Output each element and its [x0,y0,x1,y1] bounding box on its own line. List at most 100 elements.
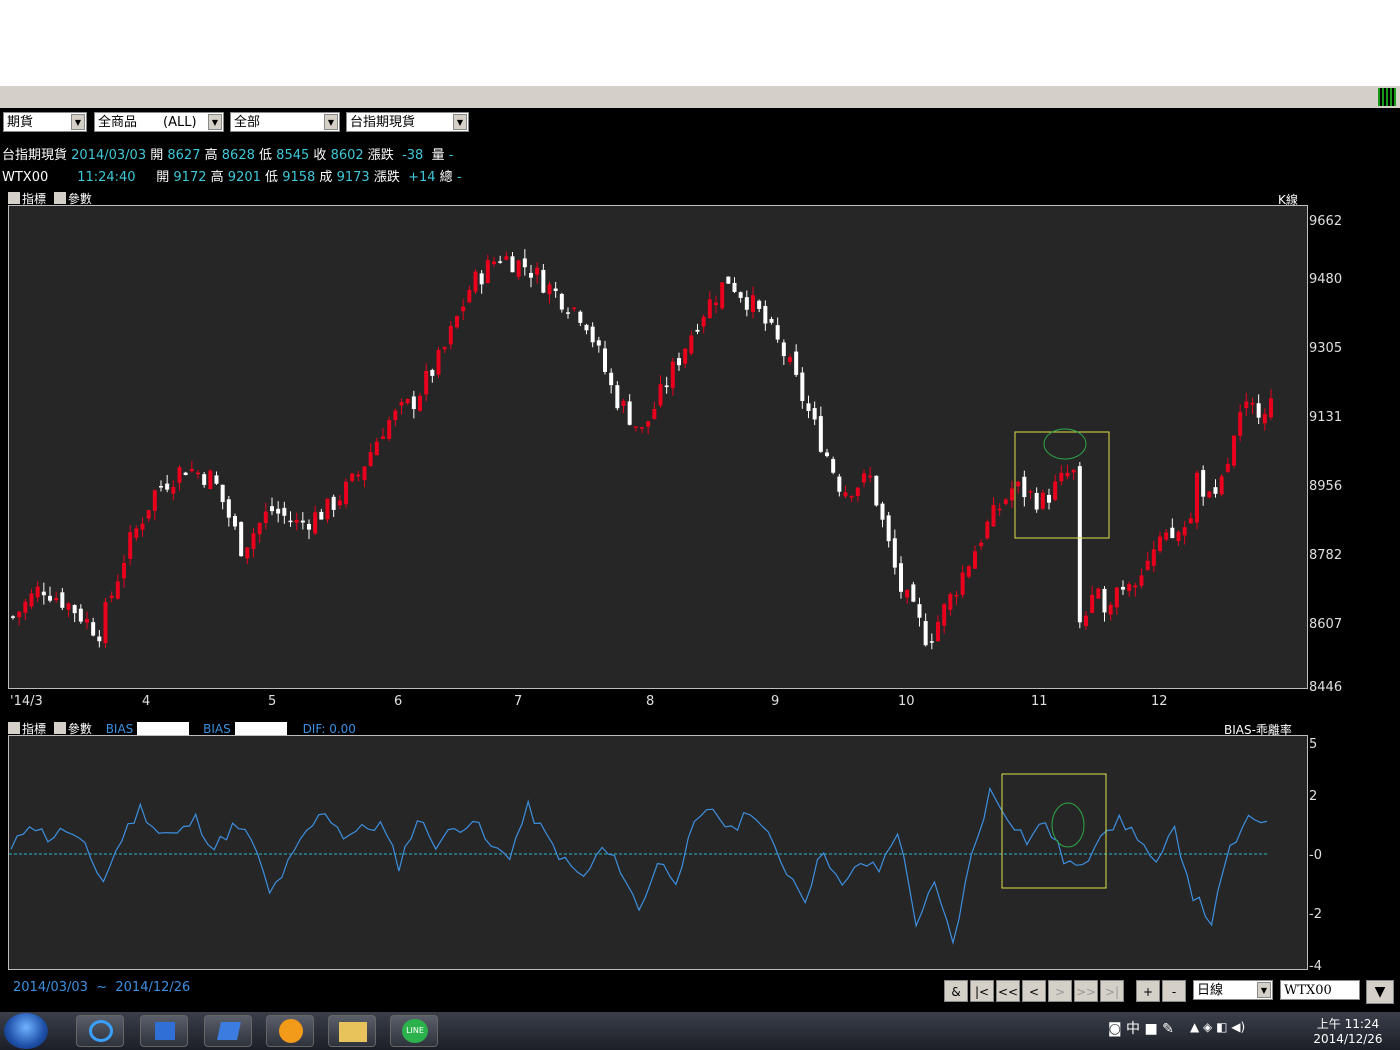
candle-body [825,452,829,457]
candle-body [800,372,805,402]
candle-body [855,487,860,496]
ime-mode: 中 [1126,1021,1141,1037]
candle-body [633,426,638,428]
candle-body [35,586,40,598]
candle-body [307,524,311,530]
chevron-down-icon[interactable]: ▼ [324,114,338,130]
candle-body [905,589,910,598]
candle-body [60,592,65,608]
kline-chart[interactable] [8,205,1308,689]
candle-body [646,421,651,427]
params-tab[interactable]: 參數 [68,192,92,206]
candle-body [1047,494,1051,503]
ime-indicator[interactable]: ◙ 中 ■ ✎ [1108,1018,1174,1038]
prev-button[interactable]: < [1022,980,1046,1002]
folder-icon[interactable] [328,1015,376,1047]
tray-icons[interactable]: ▲ ◈ ◧ ◀) [1190,1020,1245,1034]
candle-body [843,492,848,497]
clock[interactable]: 上午 11:24 2014/12/26 [1308,1015,1388,1046]
highlight-circle [1043,428,1087,460]
candle-body [960,572,965,595]
candle-body [615,385,620,409]
candle-body [658,384,663,406]
candle-body [1077,466,1082,623]
app-icon[interactable] [204,1015,252,1047]
grid-icon[interactable] [1378,88,1396,106]
next-button[interactable]: > [1048,980,1072,1002]
candle-body [66,603,71,610]
clock-date: 2014/12/26 [1313,1032,1383,1046]
collapse-icon[interactable] [8,722,20,734]
candle-body [689,335,694,354]
candle-body [11,616,15,618]
candle-body [695,329,700,332]
candle-body [1127,584,1132,592]
zoom-in-button[interactable]: + [1136,980,1160,1002]
candle-body [1262,413,1267,424]
page-forward-button[interactable]: >> [1074,980,1098,1002]
candle-body [714,302,718,306]
bias-chart[interactable] [8,735,1308,970]
product-select[interactable]: 全商品 (ALL) ▼ [94,112,224,132]
candle-body [578,311,583,323]
candle-body [72,604,77,614]
candle-body [411,396,416,410]
ie-icon[interactable] [76,1015,124,1047]
and-button[interactable]: & [944,980,968,1002]
candle-body [146,510,151,519]
market-select[interactable]: 期貨 ▼ [3,112,87,132]
start-orb-icon[interactable] [4,1013,48,1049]
line-app-icon[interactable]: LINE [390,1015,438,1047]
symbol-input[interactable]: WTX00 [1280,980,1360,1000]
period-select[interactable]: 日線 ▼ [1193,980,1273,1000]
title-strip [0,86,1400,108]
dropdown-arrow-icon[interactable]: ▼ [1366,980,1394,1004]
symbol-select[interactable]: 台指期現貨 ▼ [346,112,469,132]
candle-body [1065,472,1070,477]
candle-body [596,340,601,346]
candle-body [1121,586,1125,590]
category-select[interactable]: 全部 ▼ [230,112,340,132]
x-tick-label: '14/3 [10,694,43,709]
market-select-value: 期貨 [7,115,34,130]
candle-body [461,306,466,312]
candle-body [1151,549,1156,566]
open-value: 8627 [167,148,201,163]
expand-icon[interactable] [53,192,66,204]
candle-body [356,474,361,477]
page-back-button[interactable]: << [996,980,1020,1002]
candle-body [899,563,903,592]
chevron-down-icon[interactable]: ▼ [1257,982,1271,998]
candle-body [405,399,410,404]
x-tick-label: 8 [646,694,655,709]
indicator-tab[interactable]: 指標 [22,722,46,736]
candle-body [479,273,484,285]
media-player-icon[interactable] [140,1015,188,1047]
candle-body [621,400,626,406]
last-button[interactable]: >| [1100,980,1124,1002]
chevron-down-icon[interactable]: ▼ [453,114,467,130]
y-tick-label: 9480 [1309,272,1343,287]
chevron-down-icon[interactable]: ▼ [71,114,85,130]
params-tab[interactable]: 參數 [68,722,92,736]
close-label: 收 [313,148,327,163]
dif-label: DIF: [302,722,326,736]
candle-body [393,410,398,421]
open-label: 開 [150,148,164,163]
browser-icon[interactable] [266,1015,314,1047]
open-label: 開 [156,170,170,185]
candle-body [997,508,1002,511]
indicator-tab[interactable]: 指標 [22,192,46,206]
candle-body [245,547,250,559]
collapse-icon[interactable] [8,192,20,204]
zoom-out-button[interactable]: - [1162,980,1186,1002]
candle-body [1139,575,1144,586]
bias-series-line [10,786,1268,946]
quote-name: WTX00 [2,170,49,185]
first-button[interactable]: |< [970,980,994,1002]
expand-icon[interactable] [53,722,66,734]
high-label: 高 [204,148,218,163]
chevron-down-icon[interactable]: ▼ [208,114,222,130]
candle-body [54,597,59,601]
x-tick-label: 9 [771,694,780,709]
